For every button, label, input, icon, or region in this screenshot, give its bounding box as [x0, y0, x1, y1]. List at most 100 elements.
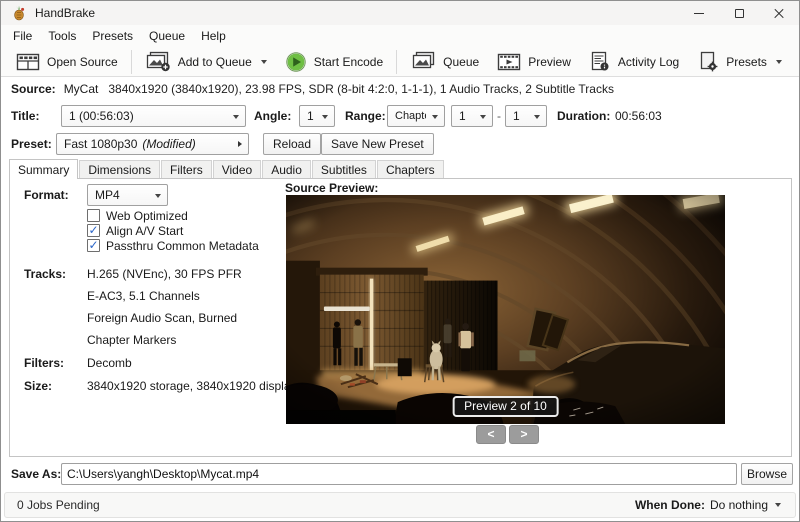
next-preview-button[interactable]: > [509, 425, 539, 444]
activity-log-button[interactable]: Activity Log [580, 49, 688, 75]
minimize-button[interactable] [679, 1, 719, 25]
queue-button[interactable]: Queue [401, 49, 488, 75]
angle-select[interactable]: 1 [299, 105, 335, 127]
add-to-queue-button[interactable]: Add to Queue [136, 49, 276, 75]
chevron-down-icon [155, 194, 161, 198]
chevron-down-icon [260, 59, 267, 64]
summary-panel: Format: MP4 Web Optimized ✓ Align A/V St… [9, 178, 792, 457]
menu-tools[interactable]: Tools [40, 26, 84, 46]
start-encode-button[interactable]: Start Encode [276, 49, 392, 75]
format-select[interactable]: MP4 [87, 184, 168, 206]
align-av-start-checkbox[interactable]: ✓ Align A/V Start [87, 223, 183, 238]
when-done-dropdown[interactable]: When Done: Do nothing [635, 498, 781, 512]
tab-chapters[interactable]: Chapters [376, 160, 444, 178]
checkbox-checked-icon[interactable]: ✓ [87, 224, 100, 237]
range-separator: - [497, 109, 501, 123]
web-optimized-checkbox[interactable]: Web Optimized [87, 208, 188, 223]
tab-bar: Summary Dimensions Filters Video Audio S… [9, 159, 445, 179]
menu-file[interactable]: File [5, 26, 40, 46]
maximize-button[interactable] [719, 1, 759, 25]
checkbox-checked-icon[interactable]: ✓ [87, 239, 100, 252]
checkbox-icon[interactable] [87, 209, 100, 222]
toolbar: Open Source Add to Queue Start Encode Qu… [1, 47, 799, 77]
reload-button[interactable]: Reload [263, 133, 322, 155]
menu-help[interactable]: Help [193, 26, 234, 46]
web-optimized-label[interactable]: Web Optimized [106, 209, 188, 223]
maximize-icon [734, 8, 744, 18]
tab-filters[interactable]: Filters [161, 160, 212, 178]
preview-counter-badge: Preview 2 of 10 [452, 396, 559, 417]
chevron-left-icon: < [487, 427, 495, 441]
passthru-metadata-label[interactable]: Passthru Common Metadata [106, 239, 259, 253]
preset-row: Preset: Fast 1080p30 (Modified) Reload S… [1, 132, 799, 156]
range-type-select[interactable]: Chapters [387, 105, 445, 127]
source-name: MyCat [63, 82, 99, 96]
chevron-down-icon [233, 115, 239, 119]
range-to-value: 1 [513, 109, 520, 123]
format-label: Format: [24, 188, 69, 202]
preset-select[interactable]: Fast 1080p30 (Modified) [56, 133, 249, 155]
track-item: Chapter Markers [87, 333, 177, 347]
menu-queue[interactable]: Queue [141, 26, 193, 46]
film-preview-icon [497, 53, 521, 70]
menu-bar: File Tools Presets Queue Help [1, 25, 799, 47]
align-av-start-label[interactable]: Align A/V Start [106, 224, 183, 238]
title-bar: HandBrake [1, 1, 799, 25]
source-preview-image: Preview 2 of 10 [286, 195, 725, 424]
tab-summary[interactable]: Summary [9, 159, 79, 179]
chevron-right-icon [238, 141, 242, 147]
close-button[interactable] [759, 1, 799, 25]
title-select[interactable]: 1 (00:56:03) [61, 105, 246, 127]
browse-label: Browse [747, 467, 788, 481]
previous-preview-button[interactable]: < [476, 425, 506, 444]
title-label: Title: [11, 109, 40, 123]
source-details: 3840x1920 (3840x1920), 23.98 FPS, SDR (8… [108, 82, 614, 96]
open-source-label: Open Source [47, 54, 118, 69]
preview-button[interactable]: Preview [488, 49, 580, 75]
preset-modified-flag: (Modified) [142, 137, 196, 151]
menu-presets[interactable]: Presets [84, 26, 141, 46]
title-select-value: 1 (00:56:03) [69, 109, 134, 123]
save-as-label: Save As: [11, 467, 62, 481]
size-label: Size: [24, 379, 53, 393]
duration-value: 00:56:03 [615, 109, 662, 123]
tracks-list: H.265 (NVEnc), 30 FPS PFR E-AC3, 5.1 Cha… [87, 263, 242, 351]
duration-label: Duration: [557, 109, 611, 123]
track-item: E-AC3, 5.1 Channels [87, 289, 200, 303]
chevron-down-icon [480, 115, 486, 119]
activity-log-label: Activity Log [617, 54, 680, 69]
chevron-down-icon [322, 115, 328, 119]
save-new-preset-button[interactable]: Save New Preset [321, 133, 434, 155]
range-from-select[interactable]: 1 [451, 105, 493, 127]
tab-subtitles[interactable]: Subtitles [311, 160, 376, 178]
angle-select-value: 1 [307, 109, 314, 123]
tab-dimensions[interactable]: Dimensions [79, 160, 161, 178]
chevron-down-icon [432, 115, 438, 119]
photo-stack-icon [413, 51, 435, 69]
tab-video[interactable]: Video [212, 160, 262, 178]
presets-label: Presets [726, 54, 767, 69]
source-row: Source: MyCat 3840x1920 (3840x1920), 23.… [1, 78, 799, 100]
photo-stack-plus-icon [146, 51, 170, 72]
format-select-value: MP4 [95, 188, 120, 202]
preset-label: Preset: [11, 137, 52, 151]
tab-audio[interactable]: Audio [262, 160, 311, 178]
window-title: HandBrake [35, 6, 96, 20]
when-done-label: When Done: [634, 498, 705, 512]
chevron-down-icon [775, 503, 781, 507]
open-source-button[interactable]: Open Source [7, 49, 127, 75]
tracks-label: Tracks: [24, 267, 67, 281]
activity-log-icon [591, 51, 609, 71]
preset-select-value: Fast 1080p30 [64, 137, 138, 151]
handbrake-app-icon [14, 5, 25, 21]
passthru-metadata-checkbox[interactable]: ✓ Passthru Common Metadata [87, 238, 259, 253]
chevron-right-icon: > [520, 427, 528, 441]
save-as-input[interactable] [61, 463, 737, 485]
range-type-value: Chapters [395, 110, 426, 122]
title-row: Title: 1 (00:56:03) Angle: 1 Range: Chap… [1, 104, 799, 128]
status-bar: 0 Jobs Pending When Done: Do nothing [4, 492, 796, 518]
range-to-select[interactable]: 1 [505, 105, 547, 127]
presets-button[interactable]: Presets [688, 49, 791, 75]
film-strip-icon [16, 53, 40, 70]
browse-button[interactable]: Browse [741, 463, 793, 485]
